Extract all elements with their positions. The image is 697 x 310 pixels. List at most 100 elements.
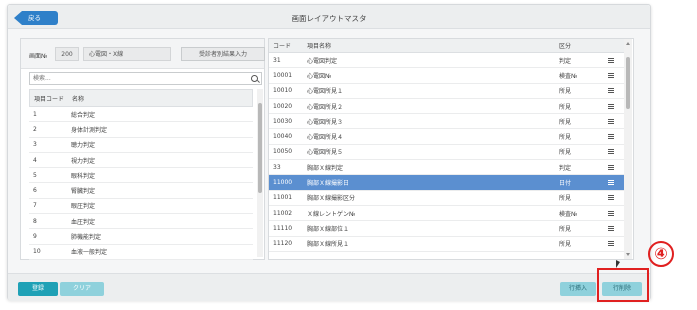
item-code-cell: 8: [33, 217, 37, 225]
item-code-cell: 5: [33, 171, 37, 179]
layout-name-cell: 心電図判定: [307, 57, 338, 65]
layout-name-cell: 心電図№: [307, 72, 332, 80]
drag-handle-icon[interactable]: [608, 180, 614, 186]
layout-row[interactable]: 11110 胸部Ｘ線部位１ 所見: [269, 221, 625, 237]
layout-category-cell: 判定: [559, 164, 572, 172]
layout-category-cell: 検査№: [559, 210, 578, 218]
layout-row[interactable]: 31 心電図判定 判定: [269, 53, 625, 69]
item-code-cell: 10: [33, 248, 41, 256]
item-code-cell: 2: [33, 125, 37, 133]
layout-row[interactable]: 10050 心電図所見５ 所見: [269, 144, 625, 161]
layout-table-header: コード 項目名称 区分: [269, 39, 625, 53]
drag-handle-icon[interactable]: [608, 72, 614, 78]
scroll-down-icon[interactable]: [626, 253, 630, 256]
drag-handle-icon[interactable]: [608, 195, 614, 201]
item-code-cell: 6: [33, 187, 37, 195]
row-menu-cell: [597, 134, 625, 140]
layout-row-selected[interactable]: 11000 胸部Ｘ線撮影日 日付: [269, 175, 625, 191]
row-menu-cell: [597, 180, 625, 186]
layout-code-cell: 11001: [273, 194, 293, 202]
screen-code-field: 200: [55, 47, 79, 61]
layout-code-cell: 11110: [273, 224, 293, 232]
layout-code-cell: 10020: [273, 102, 293, 110]
screen-number-label: 画面№: [29, 53, 48, 60]
column-header-item-code[interactable]: 項目コード: [30, 94, 70, 103]
title-bar: 戻る 画面レイアウトマスタ: [8, 5, 650, 29]
item-row[interactable]: 10 血液一般判定: [29, 244, 253, 260]
search-box: [29, 72, 262, 85]
layout-row[interactable]: 11001 胸部Ｘ線撮影区分 所見: [269, 190, 625, 206]
insert-row-button[interactable]: 行挿入: [560, 282, 596, 296]
item-row[interactable]: 9 肺機能判定: [29, 229, 253, 245]
scrollbar-thumb[interactable]: [626, 57, 630, 109]
drag-handle-icon[interactable]: [608, 241, 614, 247]
search-input[interactable]: [30, 73, 240, 84]
item-row[interactable]: 4 視力判定: [29, 152, 253, 169]
item-row[interactable]: 5 眼科判定: [29, 168, 253, 184]
drag-handle-icon[interactable]: [608, 88, 614, 94]
layout-code-cell: 10030: [273, 117, 293, 125]
item-list-scrollbar[interactable]: [257, 89, 263, 257]
item-code-cell: 7: [33, 202, 37, 210]
layout-category-cell: 判定: [559, 57, 572, 65]
row-menu-cell: [597, 164, 625, 170]
row-menu-cell: [597, 57, 625, 63]
layout-row[interactable]: 11120 胸部Ｘ線所見１ 所見: [269, 236, 625, 252]
item-row[interactable]: 2 身体計測判定: [29, 122, 253, 138]
drag-handle-icon[interactable]: [608, 225, 614, 231]
item-table-body: 1 総合判定 2 身体計測判定 3 聴力判定 4 視力判定 5 眼科判定 6 腎臓判定 7 眼圧判定 8 血圧…: [29, 107, 253, 260]
item-name-cell: 眼科判定: [71, 172, 96, 180]
drag-handle-icon[interactable]: [608, 210, 614, 216]
layout-panel: コード 項目名称 区分 31 心電図判定 判定 10001 心電図№ 検査№ 10010 心電…: [268, 38, 634, 260]
layout-row[interactable]: 10001 心電図№ 検査№: [269, 68, 625, 84]
item-row[interactable]: 3 聴力判定: [29, 137, 253, 153]
item-row[interactable]: 8 血圧判定: [29, 214, 253, 230]
scrollbar-thumb[interactable]: [258, 103, 262, 193]
row-menu-cell: [597, 195, 625, 201]
layout-row[interactable]: 33 胸部Ｘ線判定 判定: [269, 160, 625, 176]
item-code-cell: 4: [33, 156, 37, 164]
layout-code-cell: 10001: [273, 71, 293, 79]
layout-row[interactable]: 11002 Ｘ線レントゲン№ 検査№: [269, 205, 625, 222]
layout-row[interactable]: 10040 心電図所見４ 所見: [269, 129, 625, 145]
delete-button-highlight: [597, 268, 649, 302]
register-button[interactable]: 登録: [18, 282, 58, 296]
page-title: 画面レイアウトマスタ: [291, 14, 367, 23]
step-number-badge: ④: [648, 241, 674, 267]
layout-row[interactable]: 10020 心電図所見２ 所見: [269, 98, 625, 115]
item-code-cell: 3: [33, 141, 37, 149]
column-header-item-name[interactable]: 項目名称: [305, 41, 557, 50]
layout-category-cell: 所見: [559, 103, 572, 111]
column-header-category[interactable]: 区分: [557, 41, 597, 50]
item-name-cell: 身体計測判定: [71, 126, 108, 134]
column-header-code[interactable]: コード: [269, 41, 305, 50]
drag-handle-icon[interactable]: [608, 134, 614, 140]
layout-code-cell: 11000: [273, 179, 293, 187]
layout-row[interactable]: 10010 心電図所見１ 所見: [269, 83, 625, 99]
item-name-cell: 肺機能判定: [71, 234, 102, 242]
item-row[interactable]: 6 腎臓判定: [29, 183, 253, 199]
drag-handle-icon[interactable]: [608, 118, 614, 124]
layout-code-cell: 31: [273, 56, 281, 64]
mouse-cursor-icon: [616, 260, 620, 268]
item-name-cell: 聴力判定: [71, 142, 96, 150]
patient-result-input-button[interactable]: 受診者別結果入力: [181, 47, 265, 61]
item-table: 項目コード 名称 1 総合判定 2 身体計測判定 3 聴力判定 4 視力判定 5 眼科判定 6 腎臓判…: [29, 89, 253, 260]
drag-handle-icon[interactable]: [608, 103, 614, 109]
item-row[interactable]: 1 総合判定: [29, 107, 253, 123]
row-menu-cell: [597, 149, 625, 155]
column-header-name[interactable]: 名称: [70, 94, 252, 103]
drag-handle-icon[interactable]: [608, 164, 614, 170]
layout-row[interactable]: 10030 心電図所見３ 所見: [269, 114, 625, 130]
clear-button[interactable]: クリア: [60, 282, 104, 296]
scroll-up-icon[interactable]: [626, 42, 630, 45]
layout-name-cell: 胸部Ｘ線部位１: [307, 225, 350, 233]
search-icon[interactable]: [251, 75, 258, 82]
screen-name-field: 心電図・X線: [83, 47, 171, 61]
item-row[interactable]: 7 眼圧判定: [29, 198, 253, 215]
screen-info-header: 画面№ 200 心電図・X線 受診者別結果入力: [21, 39, 265, 69]
drag-handle-icon[interactable]: [608, 149, 614, 155]
drag-handle-icon[interactable]: [608, 57, 614, 63]
layout-name-cell: 心電図所見１: [307, 88, 344, 96]
layout-scrollbar[interactable]: [624, 39, 632, 259]
